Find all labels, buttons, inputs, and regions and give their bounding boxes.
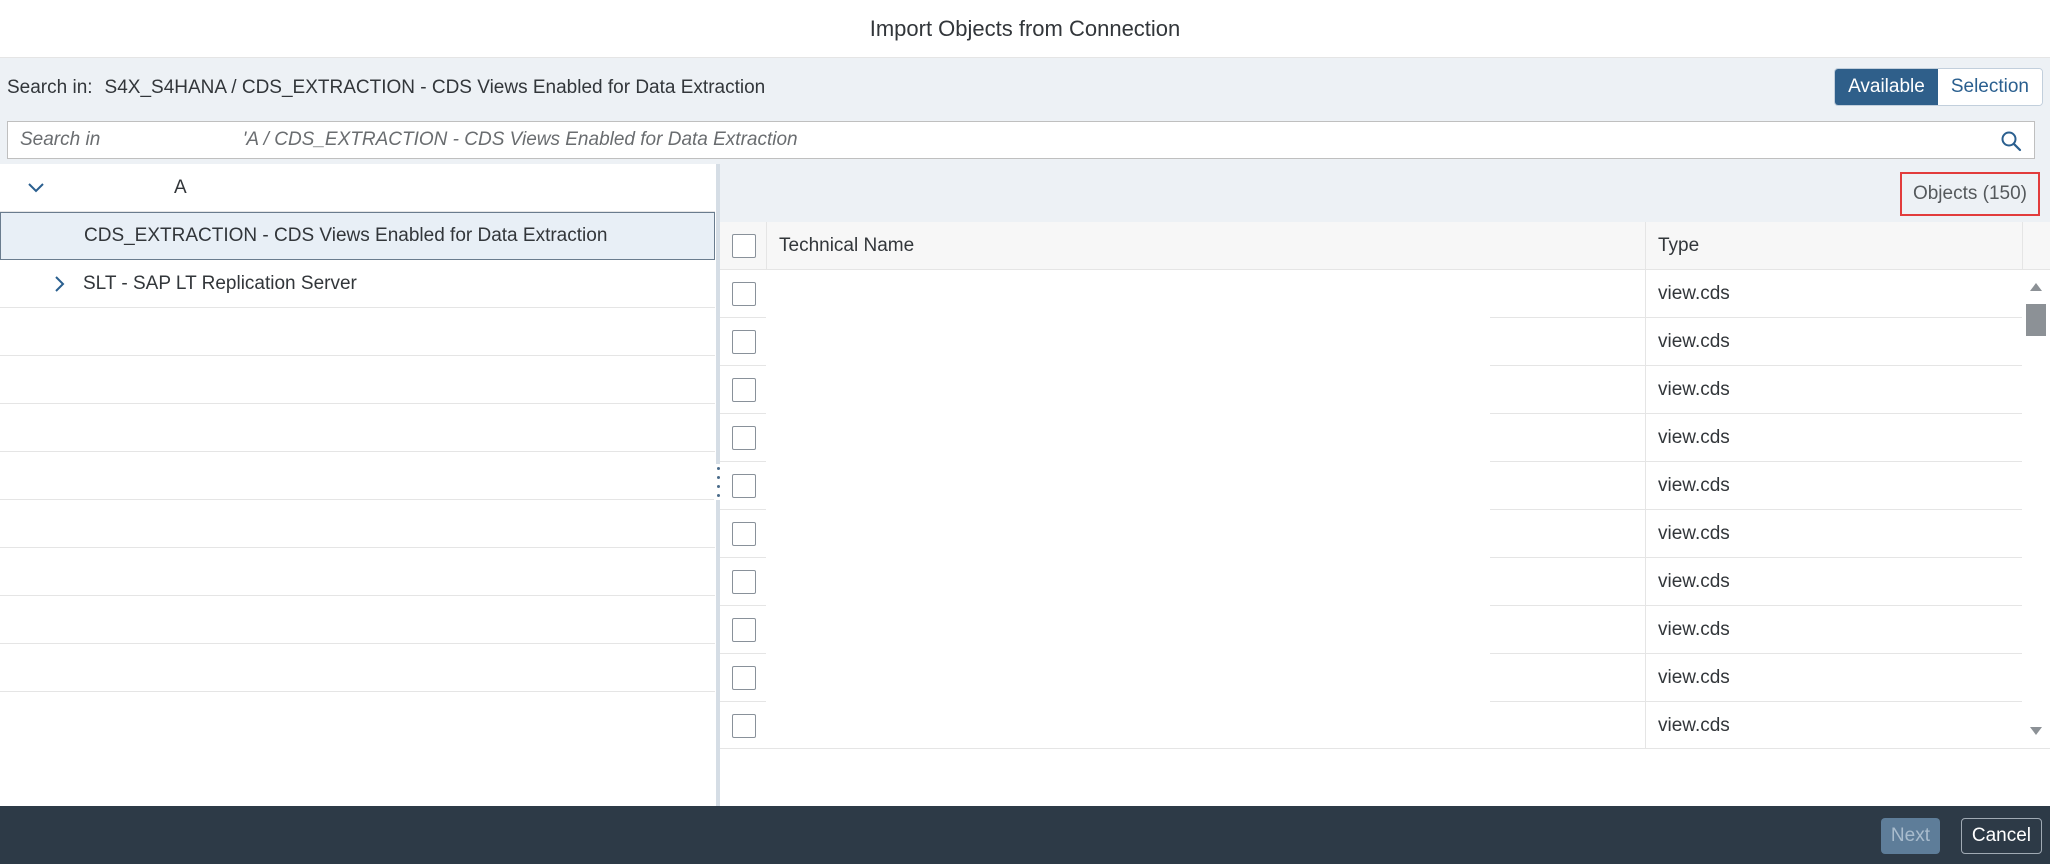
row-checkbox[interactable]	[732, 330, 756, 354]
available-button[interactable]: Available	[1835, 69, 1938, 105]
tree-item-label: CDS_EXTRACTION - CDS Views Enabled for D…	[84, 225, 608, 246]
table-row[interactable]: view.cds	[720, 270, 2022, 318]
objects-toolbar: Objects (150)	[720, 164, 2050, 222]
tree-pane: A CDS_EXTRACTION - CDS Views Enabled for…	[0, 164, 716, 806]
table-scrollbar[interactable]	[2022, 270, 2050, 748]
table-row[interactable]: view.cds	[720, 558, 2022, 606]
tree-empty-row	[0, 644, 715, 692]
row-type: view.cds	[1658, 523, 1730, 544]
column-divider	[2022, 222, 2023, 270]
table-row[interactable]: view.cds	[720, 318, 2022, 366]
row-type: view.cds	[1658, 331, 1730, 352]
column-type[interactable]: Type	[1658, 222, 1699, 270]
table-header: Technical Name Type	[720, 222, 2050, 270]
chevron-right-icon[interactable]	[50, 274, 70, 294]
row-checkbox[interactable]	[732, 378, 756, 402]
search-in-bar: Search in: S4X_S4HANA / CDS_EXTRACTION -…	[0, 58, 2050, 118]
column-divider	[766, 222, 767, 270]
search-input[interactable]: Search in 'A / CDS_EXTRACTION - CDS View…	[7, 121, 2035, 159]
tree-empty-row	[0, 356, 715, 404]
selection-button[interactable]: Selection	[1937, 69, 2042, 105]
row-checkbox[interactable]	[732, 474, 756, 498]
tree-empty-row	[0, 452, 715, 500]
view-toggle: Available Selection	[1834, 68, 2043, 106]
row-checkbox[interactable]	[732, 618, 756, 642]
row-type: view.cds	[1658, 475, 1730, 496]
table-row[interactable]: view.cds	[720, 462, 2022, 510]
table-row[interactable]: view.cds	[720, 702, 2022, 748]
row-type: view.cds	[1658, 427, 1730, 448]
chevron-down-icon[interactable]	[26, 178, 46, 198]
objects-pane: Objects (150) Technical Name Type view.c…	[720, 164, 2050, 806]
select-all-checkbox[interactable]	[732, 234, 756, 258]
scroll-up-icon[interactable]	[2029, 282, 2043, 292]
row-checkbox[interactable]	[732, 522, 756, 546]
row-checkbox[interactable]	[732, 714, 756, 738]
next-button[interactable]: Next	[1880, 818, 1940, 854]
row-checkbox[interactable]	[732, 570, 756, 594]
row-type: view.cds	[1658, 619, 1730, 640]
tree-empty-row	[0, 308, 715, 356]
table-body: view.cds view.cds view.cds view.cds view…	[720, 270, 2022, 748]
tree-empty-row	[0, 500, 715, 548]
row-type: view.cds	[1658, 571, 1730, 592]
tree-root-label: A	[174, 176, 187, 198]
dialog-footer: Next Cancel	[0, 806, 2050, 864]
row-checkbox[interactable]	[732, 666, 756, 690]
row-type: view.cds	[1658, 283, 1730, 304]
row-type: view.cds	[1658, 715, 1730, 736]
cancel-button[interactable]: Cancel	[1960, 818, 2042, 854]
dialog-title-text: Import Objects from Connection	[869, 15, 1181, 41]
table-row[interactable]: view.cds	[720, 654, 2022, 702]
column-divider	[1645, 222, 1646, 270]
search-in-path: S4X_S4HANA / CDS_EXTRACTION - CDS Views …	[104, 77, 766, 98]
row-checkbox[interactable]	[732, 426, 756, 450]
tree-empty-row	[0, 596, 715, 644]
tree-empty-row	[0, 548, 715, 596]
tree-root[interactable]: A	[0, 164, 715, 212]
table-row[interactable]: view.cds	[720, 366, 2022, 414]
search-row: Search in 'A / CDS_EXTRACTION - CDS View…	[0, 118, 2050, 164]
search-icon[interactable]	[2000, 130, 2022, 152]
table-row[interactable]: view.cds	[720, 510, 2022, 558]
column-technical-name[interactable]: Technical Name	[779, 222, 914, 270]
tree-item-label: SLT - SAP LT Replication Server	[83, 272, 357, 294]
objects-count: Objects (150)	[1899, 172, 2040, 216]
row-type: view.cds	[1658, 379, 1730, 400]
dialog-title: Import Objects from Connection	[0, 0, 2050, 58]
table-bottom-border	[720, 748, 2050, 749]
row-checkbox[interactable]	[732, 282, 756, 306]
table-row[interactable]: view.cds	[720, 606, 2022, 654]
table-row[interactable]: view.cds	[720, 414, 2022, 462]
tree-empty-row	[0, 404, 715, 452]
tree-item-slt[interactable]: SLT - SAP LT Replication Server	[0, 260, 715, 308]
search-placeholder: Search in 'A / CDS_EXTRACTION - CDS View…	[20, 129, 798, 150]
search-in-label: Search in:	[7, 77, 93, 98]
scrollbar-thumb[interactable]	[2026, 304, 2046, 336]
row-type: view.cds	[1658, 667, 1730, 688]
scroll-down-icon[interactable]	[2029, 726, 2043, 736]
tree-item-cds-extraction[interactable]: CDS_EXTRACTION - CDS Views Enabled for D…	[0, 212, 715, 260]
